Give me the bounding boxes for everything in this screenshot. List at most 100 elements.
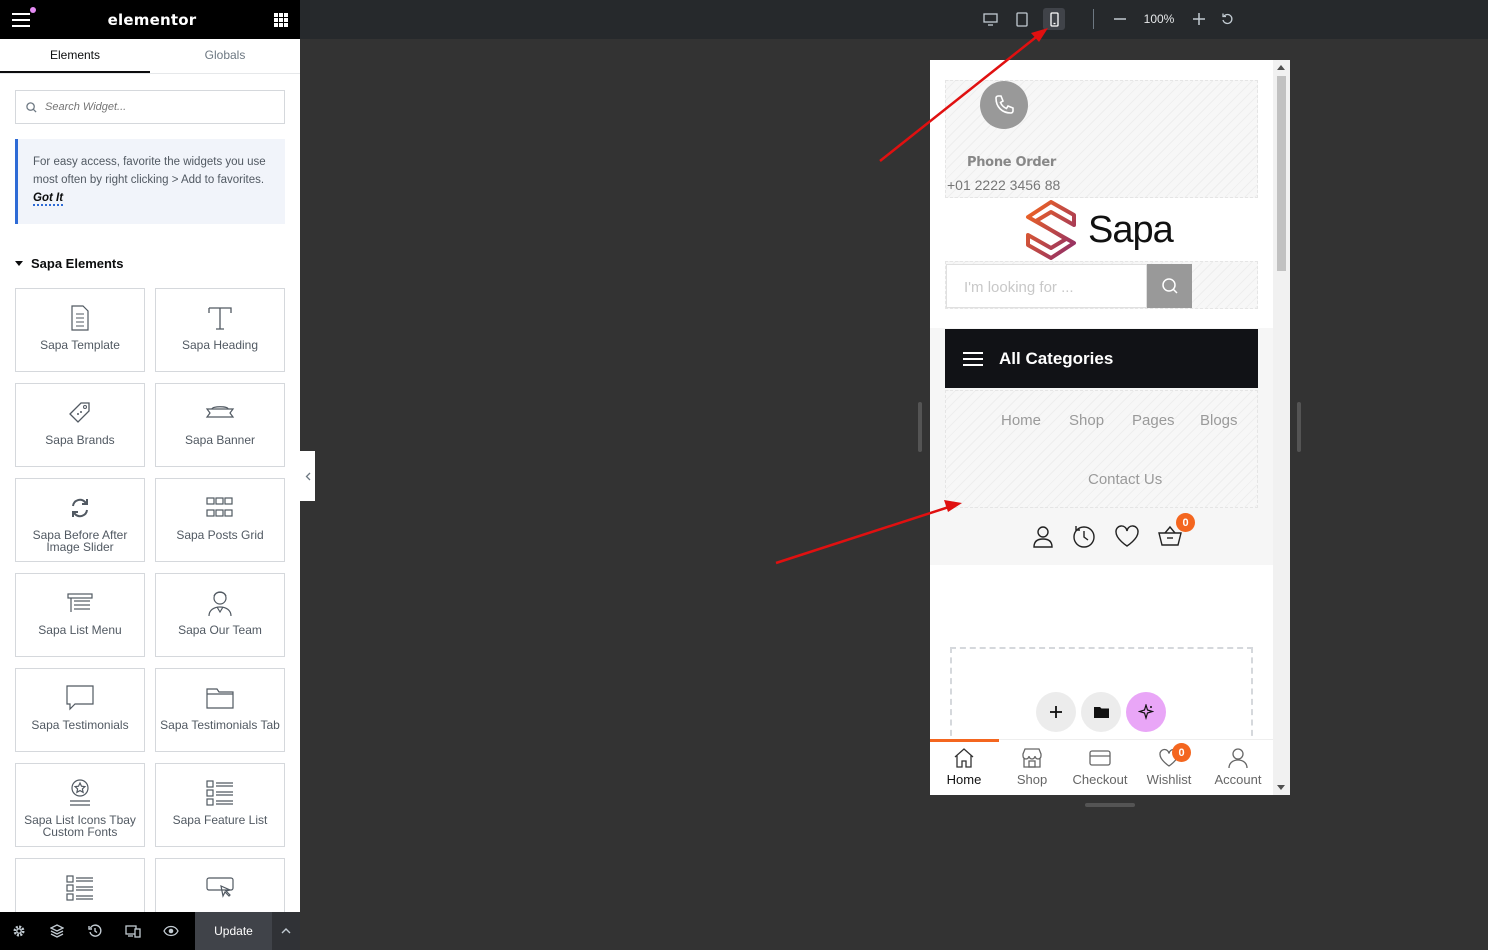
hamburger-icon <box>963 351 983 366</box>
wishlist-count-badge: 0 <box>1172 743 1191 762</box>
widget-label: Sapa Banner <box>184 433 256 447</box>
add-template-button[interactable] <box>1081 692 1121 732</box>
menu-item-pages[interactable]: Pages <box>1132 412 1175 429</box>
preview-scrollbar[interactable] <box>1273 60 1290 795</box>
mobile-preview: Phone Order +01 2222 3456 88 Sapa I'm lo… <box>930 60 1290 795</box>
tab-globals[interactable]: Globals <box>150 39 300 73</box>
section-toggle[interactable]: Sapa Elements <box>15 256 124 271</box>
categories-label: All Categories <box>999 348 1114 368</box>
widget-label: Sapa Our Team <box>178 623 262 637</box>
zoom-in-button[interactable] <box>1188 8 1210 30</box>
scroll-up-arrow-icon[interactable] <box>1277 65 1285 70</box>
menu-item-contact[interactable]: Contact Us <box>1088 471 1162 488</box>
search-widget-input[interactable] <box>45 101 265 113</box>
bottom-nav-wishlist[interactable]: Wishlist <box>1135 746 1203 787</box>
minus-icon <box>1114 18 1126 20</box>
history-button[interactable] <box>76 912 114 950</box>
bottom-nav-label: Shop <box>1016 772 1048 787</box>
feature-list-icon <box>65 873 95 903</box>
chevron-up-icon <box>281 928 291 934</box>
active-indicator <box>930 739 999 742</box>
bottom-nav-shop[interactable]: Shop <box>998 746 1066 787</box>
feature-list-icon <box>205 778 235 808</box>
scroll-thumb[interactable] <box>1277 76 1286 271</box>
update-button[interactable]: Update <box>195 912 272 950</box>
heart-icon <box>1115 525 1139 547</box>
folder-tab-icon <box>205 683 235 713</box>
widget-label: Sapa Template <box>40 338 120 352</box>
scroll-down-arrow-icon[interactable] <box>1277 785 1285 790</box>
widget-label: Sapa Testimonials Tab <box>160 718 280 732</box>
widget-grid: Sapa Template Sapa Heading Sapa Brands S… <box>15 288 285 912</box>
elementor-logo: elementor <box>107 10 197 29</box>
resize-handle-bottom[interactable] <box>1085 803 1135 807</box>
ai-button[interactable] <box>1126 692 1166 732</box>
navigator-button[interactable] <box>38 912 76 950</box>
resize-handle-right[interactable] <box>1297 402 1301 452</box>
widget-sapa-list[interactable] <box>15 858 145 912</box>
product-search: I'm looking for ... <box>945 261 1258 309</box>
panel-header: elementor <box>0 0 300 39</box>
bottom-nav-checkout[interactable]: Checkout <box>1066 746 1134 787</box>
menu-icon[interactable] <box>12 6 36 27</box>
user-icon <box>1204 746 1272 770</box>
account-link[interactable] <box>1029 522 1057 550</box>
widget-label: Sapa List Menu <box>38 623 122 637</box>
desktop-view-button[interactable] <box>979 8 1001 30</box>
menu-item-shop[interactable]: Shop <box>1069 412 1104 429</box>
site-logo[interactable]: Sapa <box>1024 200 1174 260</box>
widget-sapa-before-after[interactable]: Sapa Before After Image Slider <box>15 478 145 562</box>
phone-icon <box>980 81 1028 129</box>
widget-sapa-posts-grid[interactable]: Sapa Posts Grid <box>155 478 285 562</box>
plus-icon <box>1050 706 1062 718</box>
reset-zoom-button[interactable] <box>1216 8 1238 30</box>
tablet-view-button[interactable] <box>1011 8 1033 30</box>
mobile-view-button[interactable] <box>1043 8 1065 30</box>
widget-sapa-feature-list[interactable]: Sapa Feature List <box>155 763 285 847</box>
zoom-out-button[interactable] <box>1109 8 1131 30</box>
wishlist-link[interactable] <box>1113 522 1141 550</box>
collapse-panel-button[interactable] <box>300 451 315 501</box>
panel-footer: Update <box>0 912 300 950</box>
widget-sapa-list-icons[interactable]: Sapa List Icons Tbay Custom Fonts <box>15 763 145 847</box>
menu-item-home[interactable]: Home <box>1001 412 1041 429</box>
user-icon <box>1033 526 1053 548</box>
header-icons: 0 <box>930 513 1273 560</box>
widget-search[interactable] <box>15 90 285 124</box>
desktop-icon <box>982 12 998 26</box>
got-it-link[interactable]: Got It <box>33 192 64 206</box>
bottom-nav-account[interactable]: Account <box>1204 746 1272 787</box>
all-categories-button[interactable]: All Categories <box>945 329 1258 388</box>
apps-grid-icon[interactable] <box>274 12 288 27</box>
settings-button[interactable] <box>0 912 38 950</box>
product-search-input[interactable]: I'm looking for ... <box>946 264 1147 308</box>
widget-label: Sapa List Icons Tbay Custom Fonts <box>24 813 136 839</box>
tab-elements[interactable]: Elements <box>0 39 150 73</box>
plus-icon <box>1193 13 1205 25</box>
widget-sapa-banner[interactable]: Sapa Banner <box>155 383 285 467</box>
resize-handle-left[interactable] <box>918 402 922 452</box>
sapa-logo-icon <box>1026 200 1076 260</box>
update-options-button[interactable] <box>272 912 300 950</box>
widget-sapa-popup[interactable] <box>155 858 285 912</box>
widget-sapa-heading[interactable]: Sapa Heading <box>155 288 285 372</box>
responsive-button[interactable] <box>114 912 152 950</box>
recently-viewed-link[interactable] <box>1070 522 1098 550</box>
search-submit-button[interactable] <box>1147 264 1192 308</box>
widget-sapa-brands[interactable]: Sapa Brands <box>15 383 145 467</box>
widget-sapa-list-menu[interactable]: Sapa List Menu <box>15 573 145 657</box>
menu-item-blogs[interactable]: Blogs <box>1200 412 1238 429</box>
bottom-nav-label: Account <box>1214 772 1262 787</box>
widget-sapa-testimonials-tab[interactable]: Sapa Testimonials Tab <box>155 668 285 752</box>
gear-icon <box>13 925 25 937</box>
add-section-button[interactable] <box>1036 692 1076 732</box>
widget-sapa-template[interactable]: Sapa Template <box>15 288 145 372</box>
widget-sapa-our-team[interactable]: Sapa Our Team <box>155 573 285 657</box>
widget-sapa-testimonials[interactable]: Sapa Testimonials <box>15 668 145 752</box>
banner-icon <box>205 398 235 428</box>
search-placeholder: I'm looking for ... <box>964 279 1074 296</box>
speech-bubble-icon <box>65 683 95 713</box>
preview-button[interactable] <box>152 912 190 950</box>
bottom-nav-home[interactable]: Home <box>930 746 998 787</box>
main-menu: Home Shop Pages Blogs Contact Us <box>945 390 1258 508</box>
